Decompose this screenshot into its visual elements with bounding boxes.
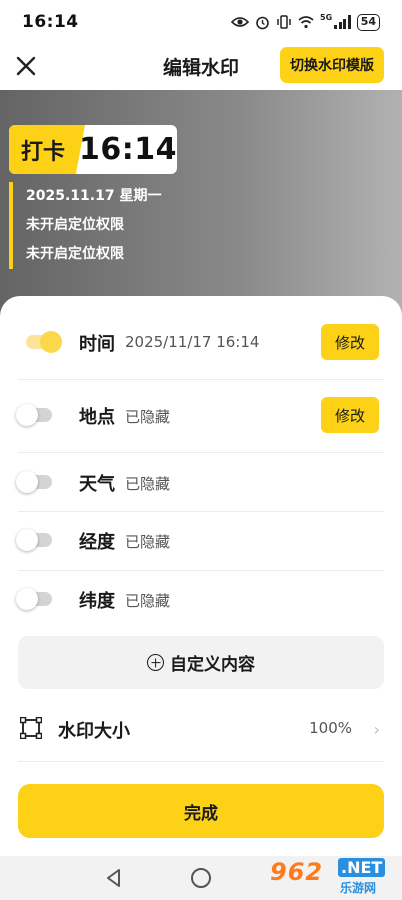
edit-sheet: 时间 2025/11/17 16:14 修改 地点 已隐藏 修改 天气 已隐藏 … <box>0 296 402 900</box>
vibrate-icon <box>277 15 291 29</box>
status-icons: 5G 54 <box>231 12 380 31</box>
divider <box>18 511 384 512</box>
switch-template-button[interactable]: 切换水印模版 <box>280 47 384 83</box>
done-button[interactable]: 完成 <box>18 784 384 838</box>
field-label: 天气 <box>79 474 115 495</box>
plus-circle-icon <box>147 654 164 671</box>
divider <box>18 379 384 380</box>
network-type: 5G <box>320 12 333 22</box>
watermark-location: 未开启定位权限 <box>26 217 124 233</box>
back-icon[interactable] <box>104 868 124 888</box>
eye-icon <box>231 17 250 27</box>
field-label: 纬度 <box>79 591 115 612</box>
watermark-time: 16:14 <box>79 132 177 167</box>
toggle-longitude[interactable] <box>16 529 52 551</box>
toggle-location[interactable] <box>16 404 52 426</box>
field-row-weather: 天气 已隐藏 <box>16 462 384 502</box>
field-row-time: 时间 2025/11/17 16:14 修改 <box>18 322 384 362</box>
field-value: 已隐藏 <box>125 592 171 610</box>
watermark-size-value: 100% <box>309 719 352 737</box>
watermark-info: 2025.11.17 星期一 未开启定位权限 未开启定位权限 <box>9 182 161 269</box>
watermark-badge: 打卡 16:14 <box>9 125 177 174</box>
field-value: 已隐藏 <box>125 408 171 426</box>
watermark-location-2: 未开启定位权限 <box>26 246 124 262</box>
watermark-size-label: 水印大小 <box>58 721 130 742</box>
field-row-longitude: 经度 已隐藏 <box>16 520 384 560</box>
watermark-preview: 打卡 16:14 2025.11.17 星期一 未开启定位权限 未开启定位权限 <box>0 90 402 330</box>
watermark-date: 2025.11.17 星期一 <box>26 188 162 204</box>
alarm-icon <box>256 16 269 29</box>
toggle-time[interactable] <box>26 331 62 353</box>
header: 编辑水印 切换水印模版 <box>0 44 402 90</box>
field-label: 经度 <box>79 532 115 553</box>
watermark-size-row[interactable]: 水印大小 100% › <box>18 708 384 750</box>
edit-time-button[interactable]: 修改 <box>321 324 379 360</box>
field-label: 地点 <box>79 407 115 428</box>
custom-content-label: 自定义内容 <box>170 655 255 675</box>
divider <box>18 761 384 762</box>
site-logo: 962 .NET 乐游网 <box>264 852 396 898</box>
logo-box: 962 .NET 乐游网 <box>264 856 396 896</box>
divider <box>18 570 384 571</box>
field-row-latitude: 纬度 已隐藏 <box>16 579 384 619</box>
resize-frame-icon <box>20 717 42 739</box>
edit-location-button[interactable]: 修改 <box>321 397 379 433</box>
logo-sub: 乐游网 <box>340 881 377 895</box>
home-icon[interactable] <box>191 868 211 888</box>
field-value: 已隐藏 <box>125 475 171 493</box>
status-time: 16:14 <box>22 12 79 32</box>
toggle-weather[interactable] <box>16 471 52 493</box>
logo-main: 962 <box>270 858 324 886</box>
field-row-location: 地点 已隐藏 修改 <box>16 395 384 435</box>
chevron-right-icon: › <box>373 720 380 739</box>
logo-net: .NET <box>338 858 386 877</box>
battery-icon: 54 <box>356 13 380 31</box>
divider <box>18 452 384 453</box>
wifi-icon <box>298 15 314 28</box>
field-value: 2025/11/17 16:14 <box>125 333 260 351</box>
custom-content-button[interactable]: 自定义内容 <box>18 636 384 689</box>
status-bar: 16:14 5G 54 <box>0 0 402 44</box>
field-label: 时间 <box>79 334 115 355</box>
signal-icon <box>334 15 351 29</box>
punch-label: 打卡 <box>9 125 85 174</box>
field-value: 已隐藏 <box>125 533 171 551</box>
toggle-latitude[interactable] <box>16 588 52 610</box>
